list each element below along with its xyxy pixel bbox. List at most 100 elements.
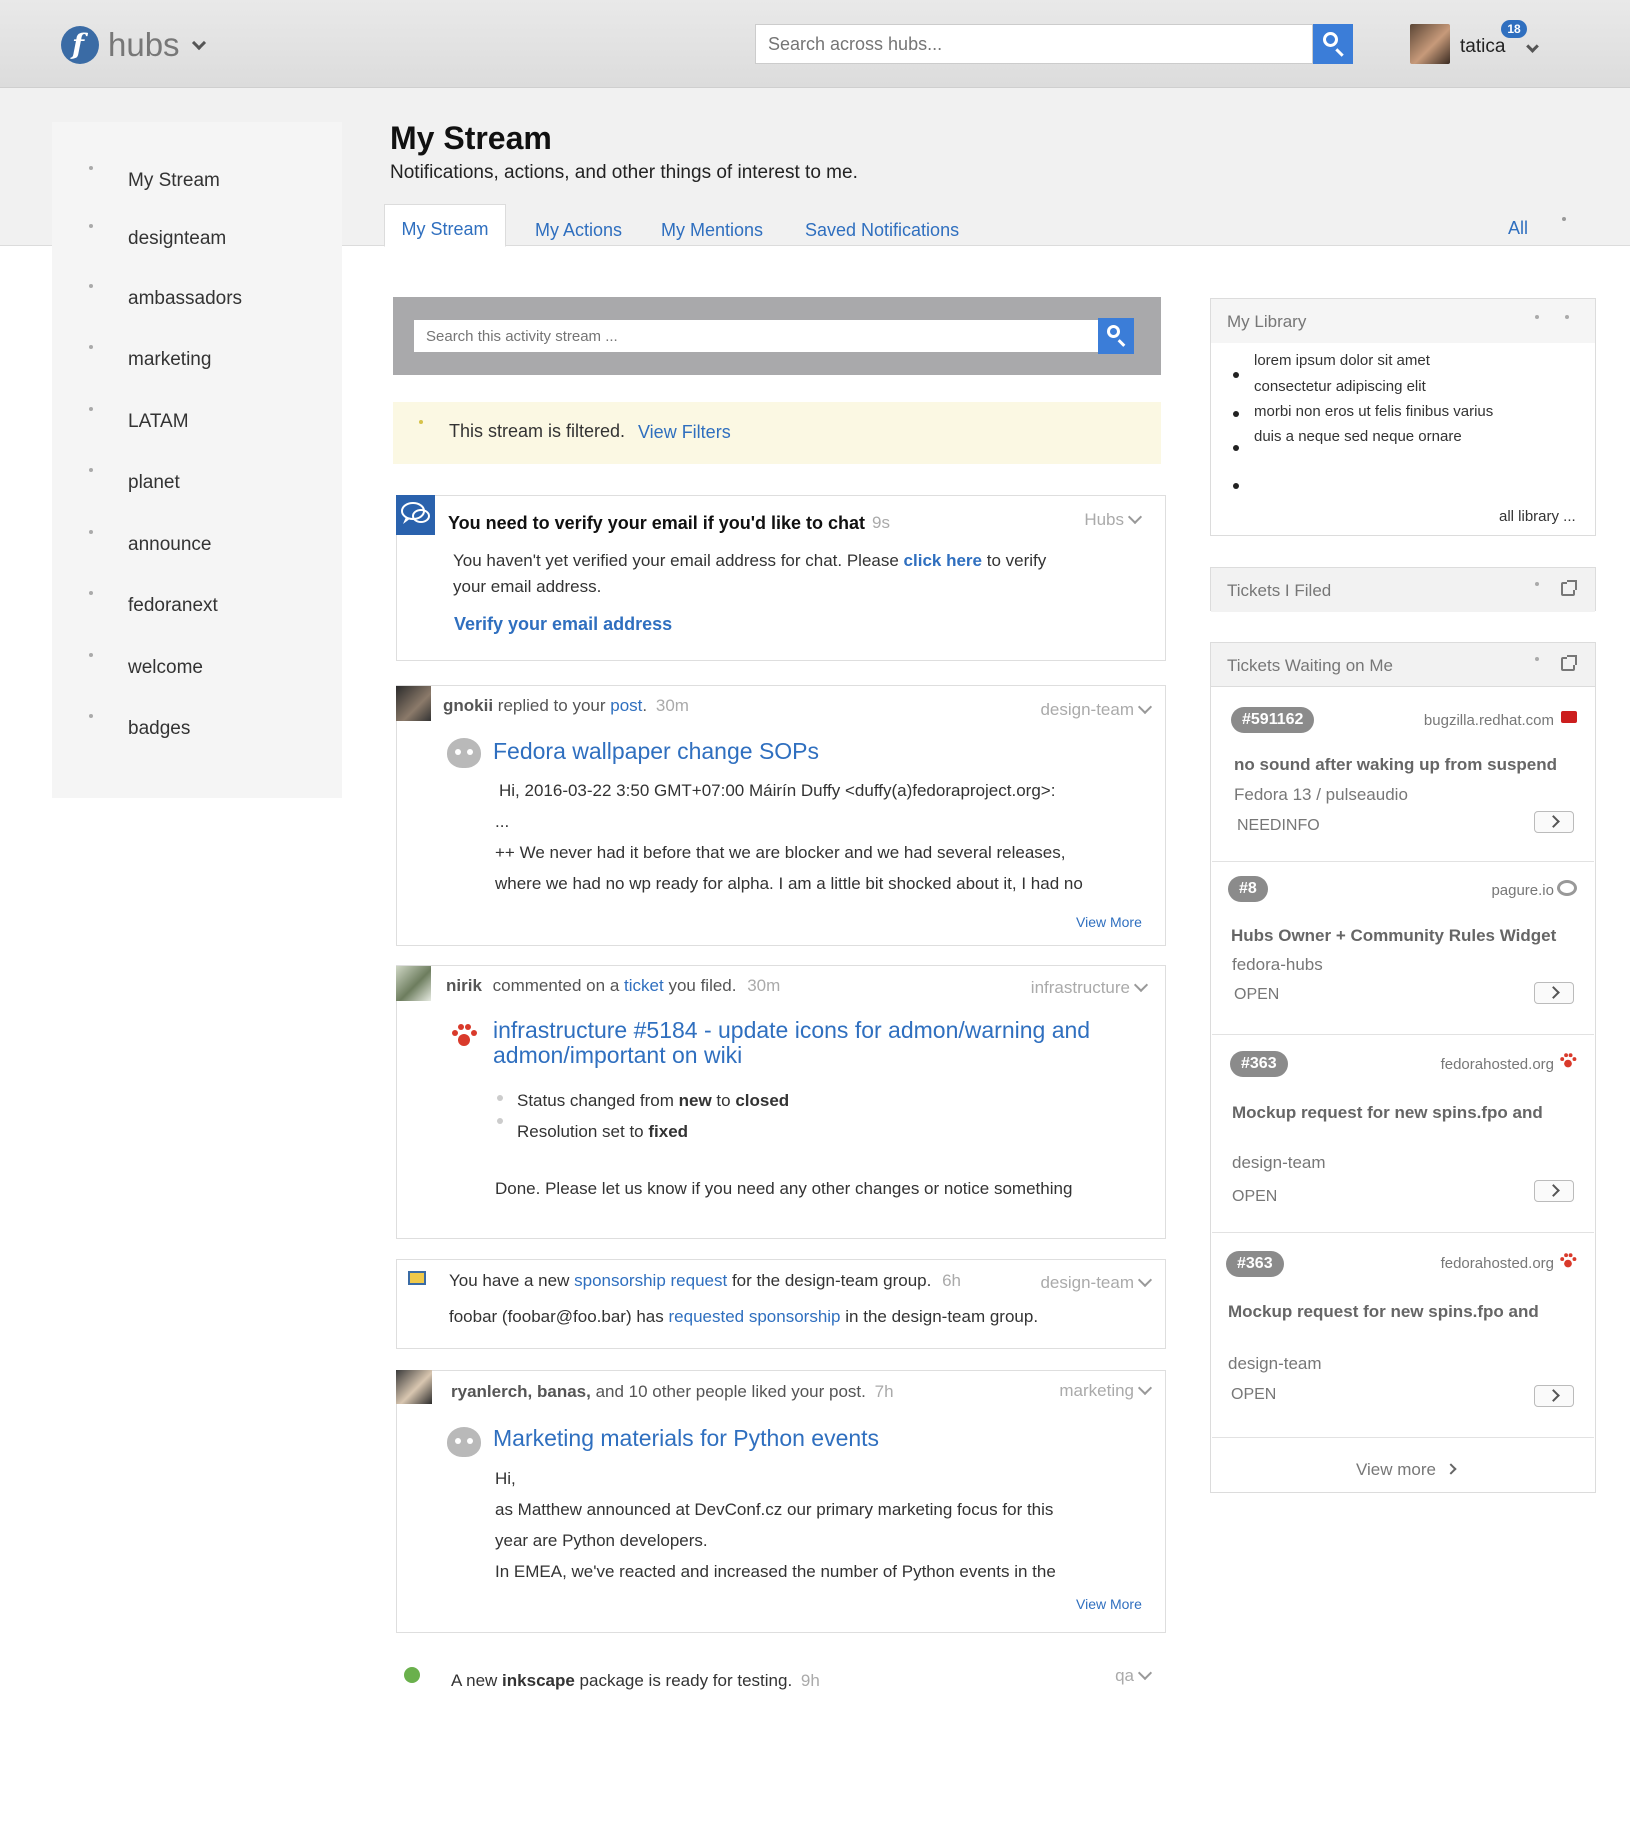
stream-search-button[interactable]	[1098, 318, 1134, 354]
global-search-input[interactable]	[755, 24, 1313, 64]
external-link-icon[interactable]	[1561, 580, 1577, 596]
ticket-item[interactable]: #8 pagure.io Hubs Owner + Community Rule…	[1212, 862, 1594, 1035]
package-name[interactable]: inkscape	[502, 1671, 575, 1690]
tag-label: design-team	[1040, 1273, 1134, 1292]
bullet-icon	[497, 1118, 503, 1124]
sidebar-item-planet[interactable]: planet	[52, 464, 342, 504]
tab-saved-notifications[interactable]: Saved Notifications	[805, 208, 959, 246]
tab-my-actions[interactable]: My Actions	[535, 208, 622, 246]
ticket-item[interactable]: #591162 bugzilla.redhat.com no sound aft…	[1212, 687, 1594, 862]
post1-body-line: ...	[495, 812, 510, 831]
filtered-text: This stream is filtered.	[449, 421, 626, 441]
avatar[interactable]	[396, 966, 431, 1001]
stream-search-input[interactable]	[414, 320, 1098, 352]
library-item[interactable]: duis a neque sed neque ornare	[1254, 428, 1462, 445]
post1-hub-tag[interactable]: design-team	[1010, 699, 1153, 720]
post-action: you filed.	[668, 976, 737, 995]
post2-title-line: infrastructure #5184 - update icons for …	[493, 1017, 1091, 1043]
ticket-status: NEEDINFO	[1237, 817, 1320, 834]
post1-title[interactable]: Fedora wallpaper change SOPs	[493, 738, 819, 765]
tab-my-stream[interactable]: My Stream	[384, 204, 506, 247]
ticket-open-button[interactable]	[1534, 1385, 1574, 1407]
verify-time: 9s	[872, 513, 890, 532]
stream-search-field[interactable]	[414, 320, 1084, 352]
post4-view-more-link[interactable]: View More	[1076, 1596, 1142, 1612]
post4-body-line: Hi,	[495, 1469, 516, 1488]
global-search-button[interactable]	[1313, 24, 1353, 64]
sidebar-item-marketing[interactable]: marketing	[52, 341, 342, 381]
sidebar-item-announce[interactable]: announce	[52, 526, 342, 566]
ticket-id-badge: #591162	[1231, 707, 1315, 733]
external-link-icon[interactable]	[1561, 655, 1577, 671]
avatar[interactable]	[1410, 24, 1450, 64]
filter-all-dropdown[interactable]: All	[1508, 208, 1528, 246]
verify-text-after: to verify	[986, 551, 1047, 570]
post-link[interactable]: post	[610, 696, 642, 715]
post1-view-more-link[interactable]: View More	[1076, 914, 1142, 930]
all-library-link[interactable]: all library ...	[1499, 508, 1576, 525]
sidebar-item-designteam[interactable]: designteam	[52, 220, 342, 260]
ticket-item[interactable]: #363 fedorahosted.org Mockup request for…	[1212, 1035, 1594, 1233]
sidebar-dot-icon	[89, 345, 93, 349]
post-users[interactable]: ryanlerch, banas,	[451, 1382, 591, 1401]
fedora-logo-icon[interactable]: f	[61, 26, 99, 64]
post4-hub-tag[interactable]: marketing	[1010, 1380, 1153, 1401]
ticket-open-button[interactable]	[1534, 982, 1574, 1004]
ticket-item[interactable]: #363 fedorahosted.org Mockup request for…	[1212, 1233, 1594, 1438]
view-filters-link[interactable]: View Filters	[638, 422, 731, 443]
avatar[interactable]	[396, 1370, 432, 1404]
tickets-view-more-link[interactable]: View more	[1356, 1460, 1457, 1480]
widget-option-icon[interactable]	[1535, 315, 1539, 319]
chevron-right-icon	[1445, 1463, 1457, 1475]
post-link[interactable]: ticket	[624, 976, 664, 995]
brand-chevron-down-icon[interactable]	[191, 35, 207, 51]
post2-title[interactable]: infrastructure #5184 - update icons for …	[493, 1018, 1090, 1068]
page-subtitle: Notifications, actions, and other things…	[390, 162, 858, 183]
library-item[interactable]: consectetur adipiscing elit	[1254, 378, 1426, 395]
post-time: 9h	[800, 1671, 820, 1690]
resolution-pre: Resolution set to	[517, 1122, 644, 1141]
widget-option-icon[interactable]	[1535, 657, 1539, 661]
trac-paw-icon	[1560, 1253, 1577, 1268]
post4-header: ryanlerch, banas, and 10 other people li…	[451, 1382, 894, 1402]
post-period: .	[642, 696, 648, 715]
verify-email-button[interactable]: Verify your email address	[454, 614, 672, 635]
post4-title[interactable]: Marketing materials for Python events	[493, 1425, 879, 1452]
user-menu-chevron-down-icon[interactable]	[1526, 40, 1539, 53]
library-item[interactable]: morbi non eros ut felis finibus varius	[1254, 403, 1493, 420]
sidebar-item-latam[interactable]: LATAM	[52, 403, 342, 443]
sidebar-item-label: planet	[128, 472, 180, 493]
sidebar-item-label: My Stream	[128, 170, 220, 191]
post5-hub-tag[interactable]: qa	[1040, 1665, 1153, 1686]
tickets-filed-widget: Tickets I Filed	[1210, 567, 1596, 612]
ticket-open-button[interactable]	[1534, 1180, 1574, 1202]
post2-hub-tag[interactable]: infrastructure	[990, 977, 1149, 998]
library-item[interactable]: lorem ipsum dolor sit amet	[1254, 352, 1430, 369]
post-user[interactable]: nirik	[446, 976, 482, 995]
ticket-open-button[interactable]	[1534, 811, 1574, 833]
post-user[interactable]: gnokii	[443, 696, 493, 715]
sidebar-item-ambassadors[interactable]: ambassadors	[52, 280, 342, 320]
ticket-id-badge: #363	[1230, 1051, 1288, 1077]
ticket-subtitle: design-team	[1232, 1153, 1326, 1172]
requested-sponsorship-link[interactable]: requested sponsorship	[669, 1307, 841, 1326]
sponsorship-request-link[interactable]: sponsorship request	[574, 1271, 727, 1290]
verify-hub-tag[interactable]: Hubs	[1030, 509, 1143, 530]
sidebar-item-label: designteam	[128, 228, 227, 249]
sidebar-item-my-stream[interactable]: My Stream	[52, 162, 342, 202]
sidebar-item-label: ambassadors	[128, 288, 243, 309]
sidebar-item-badges[interactable]: badges	[52, 710, 342, 750]
username[interactable]: tatica	[1460, 36, 1505, 58]
global-search-field[interactable]	[756, 25, 1296, 63]
tab-my-mentions[interactable]: My Mentions	[661, 208, 763, 246]
avatar[interactable]	[396, 686, 431, 721]
post3-hub-tag[interactable]: design-team	[1010, 1272, 1153, 1293]
widget-option-icon[interactable]	[1535, 582, 1539, 586]
ticket-source: fedorahosted.org	[1440, 1056, 1554, 1073]
sidebar-item-welcome[interactable]: welcome	[52, 649, 342, 689]
click-here-link[interactable]: click here	[904, 551, 982, 570]
brand-name[interactable]: hubs	[108, 26, 180, 64]
widget-option-icon[interactable]	[1565, 315, 1569, 319]
sidebar-item-fedoranext[interactable]: fedoranext	[52, 587, 342, 627]
post2-title-line: admon/important on wiki	[493, 1042, 743, 1068]
